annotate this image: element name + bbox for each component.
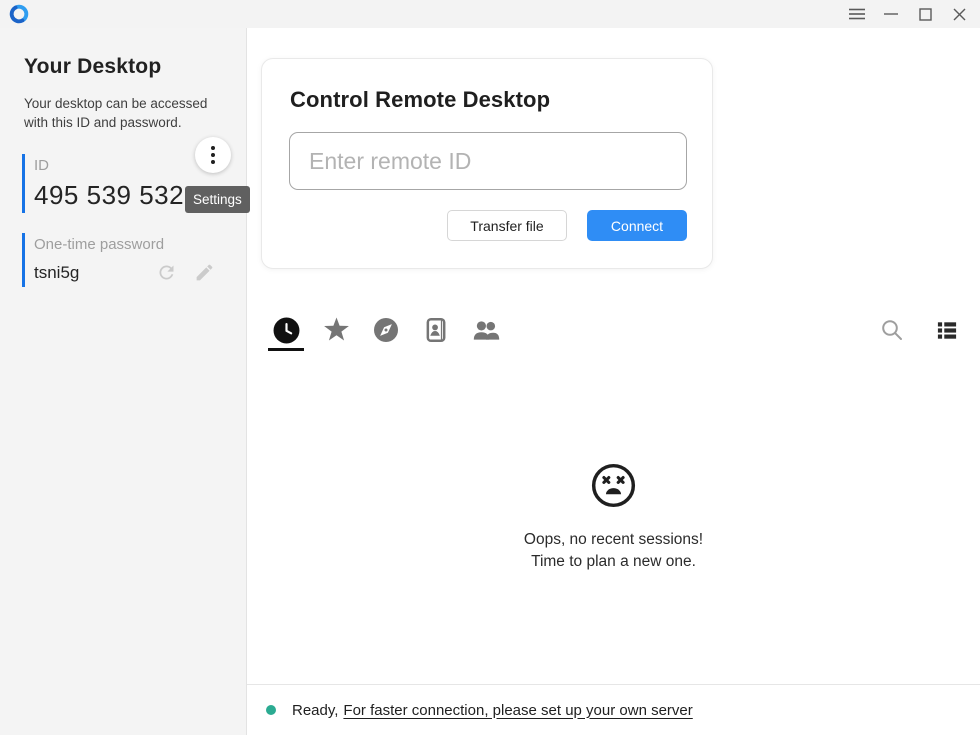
tab-group[interactable] — [468, 309, 504, 351]
refresh-password-button[interactable] — [156, 262, 177, 283]
sidebar: Your Desktop Your desktop can be accesse… — [0, 28, 247, 735]
settings-tooltip: Settings — [185, 186, 250, 213]
status-ready-text: Ready, — [292, 702, 338, 719]
maximize-icon — [919, 8, 932, 21]
group-people-icon — [472, 318, 500, 343]
close-icon — [953, 8, 966, 21]
connect-button[interactable]: Connect — [587, 210, 687, 241]
refresh-icon — [156, 262, 177, 283]
list-view-icon — [937, 321, 957, 340]
tab-recent-sessions[interactable] — [268, 309, 304, 351]
card-title: Control Remote Desktop — [289, 87, 685, 113]
remote-id-input[interactable] — [289, 132, 687, 190]
empty-state-line1: Oops, no recent sessions! — [524, 529, 703, 551]
your-desktop-title: Your Desktop — [24, 55, 246, 79]
empty-state-line2: Time to plan a new one. — [531, 551, 696, 573]
main-panel: Control Remote Desktop Transfer file Con… — [247, 28, 980, 735]
desktop-description: Your desktop can be accessed with this I… — [24, 94, 230, 132]
compass-icon — [373, 317, 399, 343]
tab-discovered[interactable] — [368, 309, 404, 351]
one-time-password-label: One-time password — [34, 233, 246, 253]
star-icon — [322, 316, 351, 344]
view-list-button[interactable] — [937, 321, 957, 340]
hamburger-menu-icon — [849, 8, 865, 20]
window-minimize-button[interactable] — [874, 0, 908, 28]
window-close-button[interactable] — [942, 0, 976, 28]
titlebar — [0, 0, 980, 28]
search-icon — [880, 318, 904, 342]
tab-address-book[interactable] — [418, 309, 454, 351]
setup-server-link[interactable]: For faster connection, please set up you… — [343, 702, 692, 719]
address-book-icon — [424, 317, 449, 343]
transfer-file-button[interactable]: Transfer file — [447, 210, 567, 241]
settings-more-button[interactable] — [195, 137, 231, 173]
password-section: One-time password tsni5g — [22, 233, 246, 287]
search-button[interactable] — [880, 318, 904, 342]
dizzy-face-icon — [590, 462, 637, 516]
window-maximize-button[interactable] — [908, 0, 942, 28]
pencil-icon — [194, 262, 215, 283]
session-tabbar — [247, 309, 980, 351]
edit-password-button[interactable] — [194, 262, 215, 283]
window-menu-button[interactable] — [840, 0, 874, 28]
minimize-icon — [884, 8, 898, 20]
statusbar: Ready, For faster connection, please set… — [247, 684, 980, 735]
one-time-password-value[interactable]: tsni5g — [34, 263, 79, 283]
vertical-ellipsis-icon — [211, 146, 215, 150]
clock-icon — [273, 317, 300, 344]
app-logo-icon — [8, 3, 30, 25]
tab-favorites[interactable] — [318, 309, 354, 351]
control-remote-desktop-card: Control Remote Desktop Transfer file Con… — [261, 58, 713, 269]
status-dot-icon — [266, 705, 276, 715]
empty-state: Oops, no recent sessions! Time to plan a… — [247, 351, 980, 684]
